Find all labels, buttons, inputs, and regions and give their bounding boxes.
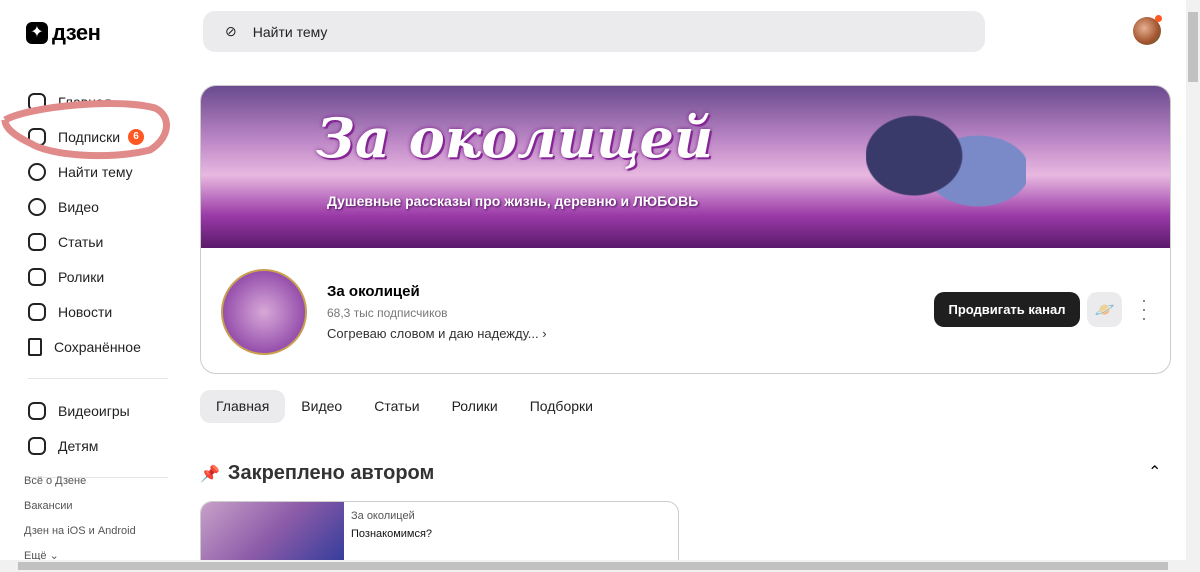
sidebar-item-saved[interactable]: Сохранённое bbox=[28, 329, 188, 364]
banner-subtitle: Душевные рассказы про жизнь, деревню и Л… bbox=[327, 193, 699, 209]
planet-button[interactable]: 🪐 bbox=[1087, 292, 1122, 327]
sidebar-item-video[interactable]: Видео bbox=[28, 189, 188, 224]
label: Подписки bbox=[58, 128, 121, 145]
channel-tabs: Главная Видео Статьи Ролики Подборки bbox=[200, 390, 609, 423]
logo-text: дзен bbox=[52, 20, 101, 45]
compass-icon bbox=[28, 162, 46, 181]
sidebar-item-home[interactable]: Главная bbox=[28, 84, 188, 119]
tab-collections[interactable]: Подборки bbox=[514, 390, 609, 423]
tab-main[interactable]: Главная bbox=[200, 390, 286, 423]
news-icon bbox=[28, 302, 46, 321]
label: Найти тему bbox=[58, 163, 133, 180]
shorts-icon bbox=[28, 267, 46, 286]
post-channel: За околицей bbox=[351, 510, 415, 522]
divider bbox=[28, 378, 168, 379]
vertical-scrollbar-thumb[interactable] bbox=[1188, 12, 1198, 82]
tab-articles[interactable]: Статьи bbox=[358, 390, 435, 423]
search-placeholder: Найти тему bbox=[252, 23, 328, 40]
footer-link-apps[interactable]: Дзен на iOS и Android bbox=[24, 519, 136, 544]
footer-link-jobs[interactable]: Вакансии bbox=[24, 494, 136, 519]
video-icon bbox=[28, 197, 46, 216]
sidebar-item-shorts[interactable]: Ролики bbox=[28, 259, 188, 294]
channel-avatar[interactable] bbox=[221, 269, 307, 355]
post-title: Познакомимся? bbox=[351, 528, 433, 540]
channel-description[interactable]: Согреваю словом и даю надежду... › bbox=[327, 326, 547, 341]
tab-shorts[interactable]: Ролики bbox=[436, 390, 514, 423]
channel-banner: За околицей Душевные рассказы про жизнь,… bbox=[201, 86, 1170, 248]
sidebar-item-articles[interactable]: Статьи bbox=[28, 224, 188, 259]
label: Видеоигры bbox=[58, 402, 130, 419]
sidebar-item-kids[interactable]: Детям bbox=[28, 428, 188, 463]
description-text: Согреваю словом и даю надежду... bbox=[327, 326, 539, 341]
label: Главная bbox=[58, 93, 112, 110]
bear-icon bbox=[28, 436, 46, 455]
sidebar-nav: Главная Подписки 6 Найти тему Видео Стать… bbox=[28, 84, 188, 492]
label: Ролики bbox=[58, 268, 105, 285]
pinned-title: Закреплено автором bbox=[227, 462, 435, 484]
banner-illustration bbox=[866, 94, 1026, 248]
articles-icon bbox=[28, 232, 46, 251]
sidebar-item-games[interactable]: Видеоигры bbox=[28, 393, 188, 428]
gamepad-icon bbox=[28, 401, 46, 420]
count-badge: 6 bbox=[128, 128, 145, 145]
label: Статьи bbox=[58, 233, 104, 250]
footer-link-about[interactable]: Всё о Дзене bbox=[24, 469, 136, 494]
dzen-logo[interactable]: ✦ дзен bbox=[26, 20, 101, 46]
label: Новости bbox=[58, 303, 113, 320]
tab-video[interactable]: Видео bbox=[285, 390, 358, 423]
subscriber-count: 68,3 тыс подписчиков bbox=[327, 306, 448, 320]
channel-header-card: За околицей Душевные рассказы про жизнь,… bbox=[200, 85, 1171, 374]
pin-icon: 📌 bbox=[200, 465, 220, 483]
sidebar-item-news[interactable]: Новости bbox=[28, 294, 188, 329]
channel-name[interactable]: За околицей bbox=[327, 283, 420, 300]
home-icon bbox=[28, 92, 46, 111]
planet-icon: 🪐 bbox=[1094, 301, 1115, 319]
horizontal-scrollbar-thumb[interactable] bbox=[18, 562, 1168, 570]
chevron-right-icon: › bbox=[538, 326, 547, 341]
dzen-star-icon: ✦ bbox=[26, 22, 48, 44]
more-options-icon[interactable]: · · · bbox=[1139, 291, 1149, 327]
pinned-section-header: 📌 Закреплено автором bbox=[200, 462, 434, 485]
banner-title: За околицей bbox=[316, 106, 714, 170]
label: Сохранённое bbox=[54, 338, 141, 355]
vertical-scrollbar[interactable] bbox=[1186, 0, 1200, 560]
sidebar-item-find-topic[interactable]: Найти тему bbox=[28, 154, 188, 189]
label: Детям bbox=[58, 437, 99, 454]
search-input[interactable]: ⊘ Найти тему bbox=[203, 11, 985, 52]
compass-search-icon: ⊘ bbox=[225, 23, 237, 39]
sidebar-footer: Всё о Дзене Вакансии Дзен на iOS и Andro… bbox=[24, 469, 136, 569]
notification-dot bbox=[1155, 15, 1162, 22]
subscriptions-icon bbox=[28, 127, 46, 146]
label: Видео bbox=[58, 198, 99, 215]
collapse-chevron-up-icon[interactable]: ⌃ bbox=[1148, 462, 1161, 482]
promote-channel-button[interactable]: Продвигать канал bbox=[934, 292, 1080, 327]
bookmark-icon bbox=[28, 337, 42, 356]
sidebar-item-subscriptions[interactable]: Подписки 6 bbox=[28, 119, 188, 154]
